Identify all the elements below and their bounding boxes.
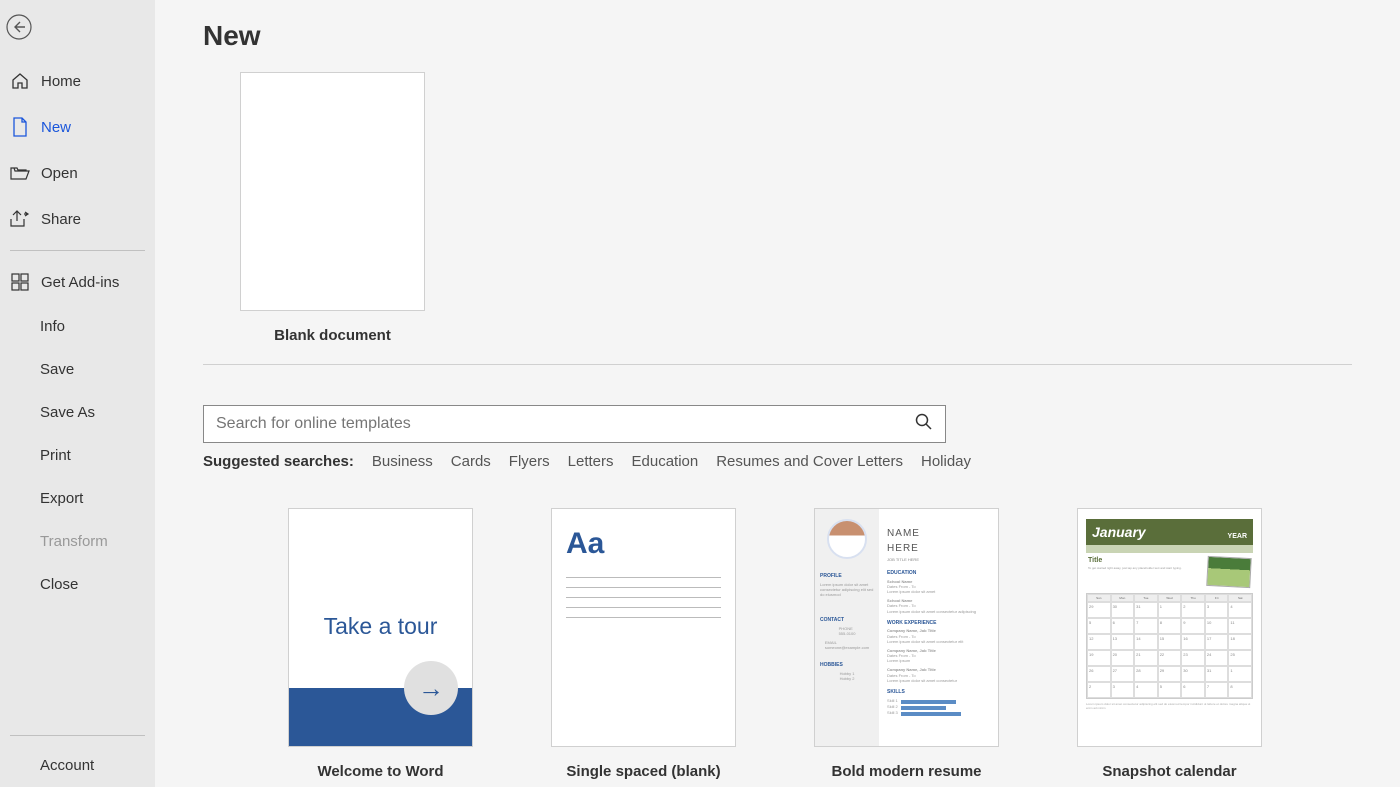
template-thumbnail: [240, 72, 425, 311]
template-single-spaced[interactable]: Aa Single spaced (blank): [551, 508, 736, 780]
thumb-text: Aa: [566, 527, 721, 561]
sidebar-item-label: Transform: [40, 533, 108, 550]
suggested-link-education[interactable]: Education: [632, 453, 699, 470]
template-blank-document[interactable]: Blank document: [240, 72, 425, 344]
template-thumbnail: Aa: [551, 508, 736, 747]
back-button[interactable]: [6, 14, 32, 40]
suggested-link-holiday[interactable]: Holiday: [921, 453, 971, 470]
template-label: Snapshot calendar: [1102, 763, 1236, 780]
sidebar-item-label: Save As: [40, 404, 95, 421]
sidebar-divider: [10, 250, 145, 251]
sidebar-item-account[interactable]: Account: [0, 744, 155, 787]
page-title: New: [203, 20, 1400, 52]
suggested-link-flyers[interactable]: Flyers: [509, 453, 550, 470]
search-button[interactable]: [915, 413, 933, 436]
sidebar-item-label: New: [41, 119, 71, 136]
share-icon: [10, 209, 30, 229]
sidebar-item-new[interactable]: New: [0, 104, 155, 150]
sidebar-item-label: Account: [40, 757, 94, 774]
suggested-link-business[interactable]: Business: [372, 453, 433, 470]
folder-open-icon: [10, 163, 30, 183]
template-snapshot-calendar[interactable]: January YEAR Title To get started right …: [1077, 508, 1262, 780]
template-thumbnail: PROFILE Lorem ipsum dolor sit amet conse…: [814, 508, 999, 747]
suggested-link-letters[interactable]: Letters: [568, 453, 614, 470]
document-icon: [10, 117, 30, 137]
main-content: New Blank document Suggested searches: B…: [155, 0, 1400, 787]
sidebar-divider: [10, 735, 145, 736]
search-input[interactable]: [216, 415, 915, 433]
suggested-link-cards[interactable]: Cards: [451, 453, 491, 470]
sidebar-item-close[interactable]: Close: [0, 563, 155, 606]
template-label: Welcome to Word: [317, 763, 443, 780]
calendar-grid: SunMonTueWedThuFriSat 2930311234 5678910…: [1086, 593, 1253, 699]
sidebar-item-label: Export: [40, 490, 83, 507]
suggested-label: Suggested searches:: [203, 453, 354, 470]
sidebar-item-label: Open: [41, 165, 78, 182]
suggested-link-resumes[interactable]: Resumes and Cover Letters: [716, 453, 903, 470]
avatar-icon: [827, 519, 867, 559]
thumb-text: Take a tour: [289, 613, 472, 640]
photo-icon: [1206, 556, 1252, 588]
template-bold-modern-resume[interactable]: PROFILE Lorem ipsum dolor sit amet conse…: [814, 508, 999, 780]
search-box[interactable]: [203, 405, 946, 443]
sidebar-item-label: Get Add-ins: [41, 274, 119, 291]
sidebar-item-open[interactable]: Open: [0, 150, 155, 196]
sidebar-item-share[interactable]: Share: [0, 196, 155, 242]
sidebar-item-label: Share: [41, 211, 81, 228]
section-divider: [203, 364, 1352, 365]
template-welcome-to-word[interactable]: Take a tour → Welcome to Word: [288, 508, 473, 780]
suggested-searches: Suggested searches: Business Cards Flyer…: [203, 453, 1400, 470]
addins-icon: [10, 272, 30, 292]
template-thumbnail: January YEAR Title To get started right …: [1077, 508, 1262, 747]
template-label: Single spaced (blank): [566, 763, 720, 780]
back-arrow-icon: [6, 14, 32, 40]
sidebar-item-save[interactable]: Save: [0, 348, 155, 391]
sidebar-item-transform: Transform: [0, 520, 155, 563]
sidebar-item-label: Close: [40, 576, 78, 593]
sidebar-item-saveas[interactable]: Save As: [0, 391, 155, 434]
template-label: Bold modern resume: [831, 763, 981, 780]
template-thumbnail: Take a tour →: [288, 508, 473, 747]
arrow-right-icon: →: [404, 661, 458, 715]
sidebar-item-home[interactable]: Home: [0, 58, 155, 104]
template-label: Blank document: [274, 327, 391, 344]
sidebar-item-addins[interactable]: Get Add-ins: [0, 259, 155, 305]
sidebar-item-label: Home: [41, 73, 81, 90]
sidebar: Home New Open Share Get Add-ins Info Sav…: [0, 0, 155, 787]
sidebar-item-label: Info: [40, 318, 65, 335]
sidebar-item-print[interactable]: Print: [0, 434, 155, 477]
sidebar-item-label: Print: [40, 447, 71, 464]
sidebar-item-info[interactable]: Info: [0, 305, 155, 348]
search-icon: [915, 413, 933, 431]
home-icon: [10, 71, 30, 91]
sidebar-item-export[interactable]: Export: [0, 477, 155, 520]
sidebar-item-label: Save: [40, 361, 74, 378]
